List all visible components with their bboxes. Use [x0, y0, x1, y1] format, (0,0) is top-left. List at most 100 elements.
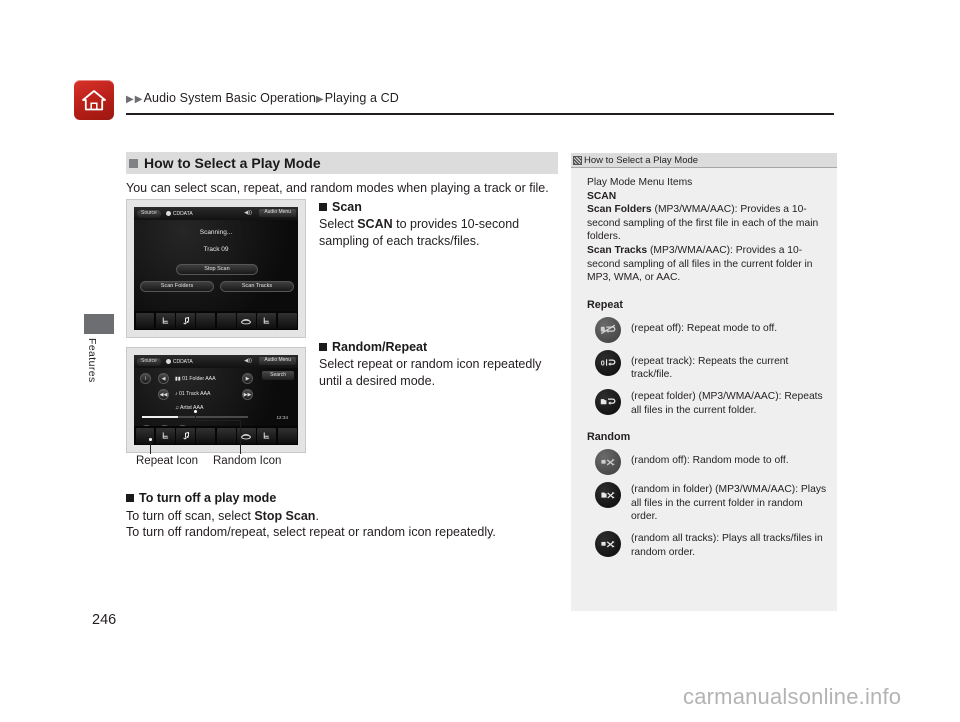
section-bullet-icon: [129, 158, 138, 168]
subheading-bullet-scan-icon: [319, 203, 327, 211]
breadcrumb-item-playing-cd[interactable]: Playing a CD: [325, 91, 399, 105]
note-glyph-icon: [573, 155, 582, 165]
side-tab-label: Features: [86, 338, 98, 383]
breadcrumb-item-audio-system[interactable]: Audio System Basic Operation: [144, 91, 316, 105]
random-folder-icon: [595, 482, 621, 509]
hardkey-blank-6[interactable]: [196, 427, 216, 444]
head-unit-hardkeys-2: [134, 426, 298, 445]
source-label-text: CDDATA: [172, 210, 193, 217]
info-scan-label-text: SCAN: [587, 190, 617, 202]
subheading-bullet-turnoff-icon: [126, 494, 134, 502]
info-repeat-folder-row: (repeat folder) (MP3/WMA/AAC): Repeats a…: [587, 388, 827, 417]
turnoff-line-2: To turn off random/repeat, select repeat…: [126, 525, 496, 539]
info-repeat-folder-text: (repeat folder) (MP3/WMA/AAC): Repeats a…: [631, 390, 823, 416]
hardkey-seat-heater-right-icon[interactable]: [257, 312, 277, 329]
info-random-folder-row: (random in folder) (MP3/WMA/AAC): Plays …: [587, 482, 827, 524]
random-repeat-description: Select repeat or random icon repeatedly …: [319, 357, 542, 388]
hardkey-audio-note-icon[interactable]: [176, 312, 195, 329]
previous-folder-icon[interactable]: ◀: [158, 373, 169, 384]
callout-label-repeat: Repeat Icon: [136, 455, 199, 467]
turnoff-line1-part2: .: [315, 509, 319, 523]
info-panel-header: How to Select a Play Mode: [571, 153, 837, 168]
previous-track-icon[interactable]: ◀◀: [158, 389, 169, 400]
head-unit-screen-scan: Source CDDATA ◀)) Audio Menu Scanning...…: [134, 207, 298, 330]
hardkey-audio-note-icon-2[interactable]: [176, 427, 195, 444]
subheading-scan-text: Scan: [332, 200, 362, 214]
callout-line-repeat: [150, 441, 152, 454]
callout-label-random: Random Icon: [213, 455, 282, 467]
info-random-off-row: (random off): Random mode to off.: [587, 449, 827, 476]
hardkey-blank-1[interactable]: [135, 312, 155, 329]
section-intro-text: You can select scan, repeat, and random …: [126, 181, 549, 195]
random-all-icon: [595, 530, 621, 557]
hardkey-seat-heater-left-icon[interactable]: [155, 312, 175, 329]
hardkey-defrost-icon[interactable]: [237, 312, 256, 329]
info-panel-title: How to Select a Play Mode: [584, 154, 699, 166]
info-random-all-text: (random all tracks): Plays all tracks/fi…: [631, 532, 823, 558]
stop-scan-button[interactable]: Stop Scan: [176, 264, 258, 275]
scan-tracks-button[interactable]: Scan Tracks: [220, 281, 294, 292]
scan-status-text: Scanning...: [199, 229, 233, 236]
subheading-random-repeat: Random/Repeat: [319, 340, 427, 354]
source-label-text-2: CDDATA: [172, 358, 193, 365]
artist-line: ♫ Artist AAA: [175, 405, 204, 411]
disc-icon-2: [165, 358, 171, 364]
turnoff-line1-part1: To turn off scan, select: [126, 509, 255, 523]
volume-icon-2[interactable]: ◀)): [244, 358, 252, 364]
info-random-all-row: (random all tracks): Plays all tracks/fi…: [587, 530, 827, 559]
info-random-title: Random: [587, 431, 631, 444]
hardkey-seat-heater-left-icon-2[interactable]: [155, 427, 175, 444]
scan-desc-part1: Select: [319, 217, 358, 231]
audio-menu-button-2[interactable]: Audio Menu: [259, 356, 296, 365]
info-menu-items-label: Play Mode Menu Items: [587, 177, 693, 188]
track-line: ♪ 01 Track AAA: [175, 391, 211, 397]
callout-line-random-v2: [240, 420, 242, 454]
audio-menu-button[interactable]: Audio Menu: [259, 208, 296, 217]
source-label-2: CDDATA: [165, 358, 193, 365]
hardkey-blank-8[interactable]: [277, 427, 297, 444]
scan-folders-button[interactable]: Scan Folders: [140, 281, 214, 292]
subheading-turnoff-text: To turn off a play mode: [139, 491, 277, 505]
scan-description: Select SCAN to provides 10-second sampli…: [319, 216, 559, 249]
volume-icon[interactable]: ◀)): [244, 210, 252, 216]
source-button[interactable]: Source: [137, 209, 161, 218]
repeat-off-icon: [595, 316, 621, 343]
head-unit-hardkeys: [134, 311, 298, 330]
turnoff-line1-bold: Stop Scan: [254, 509, 316, 523]
hardkey-blank-4[interactable]: [277, 312, 297, 329]
next-track-icon[interactable]: ▶▶: [242, 389, 253, 400]
source-label: CDDATA: [165, 210, 193, 217]
hardkey-blank-2[interactable]: [196, 312, 216, 329]
info-scan-folders: Scan Folders (MP3/WMA/AAC): Provides a 1…: [587, 203, 827, 244]
scan-desc-bold: SCAN: [357, 217, 393, 231]
repeat-folder-icon: [595, 388, 621, 415]
header-divider: [126, 113, 834, 115]
page-number: 246: [92, 612, 117, 628]
hardkey-blank-3[interactable]: [216, 312, 236, 329]
info-icon[interactable]: i: [140, 373, 151, 384]
section-title: How to Select a Play Mode: [144, 155, 321, 171]
head-unit-screen-nowplaying: Source CDDATA ◀)) Audio Menu Search i ◀ …: [134, 355, 298, 445]
info-random-off-text: (random off): Random mode to off.: [631, 455, 789, 467]
random-off-icon: [595, 449, 621, 476]
play-icon[interactable]: ▶: [242, 373, 253, 384]
hardkey-blank-7[interactable]: [216, 427, 236, 444]
search-button[interactable]: Search: [262, 371, 294, 380]
disc-icon: [165, 210, 171, 216]
subheading-bullet-randrep-icon: [319, 343, 327, 351]
hardkey-seat-heater-right-icon-2[interactable]: [257, 427, 277, 444]
info-scan-label: SCAN: [587, 190, 827, 204]
elapsed-time: 12:34: [276, 415, 289, 420]
info-repeat-title: Repeat: [587, 298, 624, 311]
info-repeat-track-row: 0 (repeat track): Repeats the current tr…: [587, 349, 827, 382]
info-scan-folders-bold: Scan Folders: [587, 204, 652, 216]
info-panel-body: Play Mode Menu Items SCAN Scan Folders (…: [571, 168, 837, 559]
screenshot-scan-mode: Source CDDATA ◀)) Audio Menu Scanning...…: [126, 199, 306, 338]
subheading-turn-off: To turn off a play mode: [126, 491, 276, 505]
source-button-2[interactable]: Source: [137, 357, 161, 366]
info-repeat-track-text: (repeat track): Repeats the current trac…: [631, 355, 789, 381]
callout-line-random-h: [195, 420, 241, 422]
home-icon[interactable]: [74, 80, 114, 120]
folder-line-text: 01 Folder AAA: [182, 376, 216, 382]
turnoff-line-1: To turn off scan, select Stop Scan.: [126, 508, 556, 525]
